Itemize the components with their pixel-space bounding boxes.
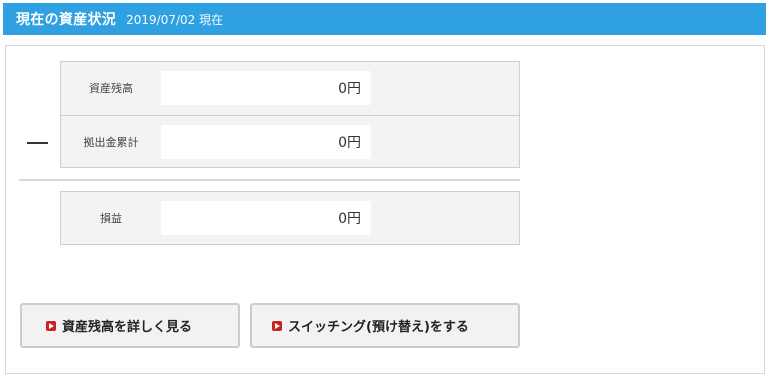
contribution-total-label: 拠出金累計 — [83, 135, 139, 149]
profit-loss-box: 損益 0円 — [60, 191, 520, 245]
profit-loss-row: 損益 0円 — [61, 192, 519, 244]
play-icon — [272, 320, 282, 331]
asset-balance-label: 資産残高 — [89, 82, 133, 95]
switching-button[interactable]: スイッチング(預け替え)をする — [250, 303, 520, 348]
page-title: 現在の資産状況 — [16, 12, 117, 28]
contribution-total-value: 0円 — [161, 125, 371, 159]
minus-icon — [27, 142, 48, 144]
asset-balance-row: 資産残高 0円 — [61, 62, 519, 114]
result-divider — [19, 179, 520, 181]
profit-loss-label: 損益 — [100, 212, 122, 225]
asset-summary-box: 資産残高 0円 拠出金累計 0円 — [60, 61, 520, 168]
as-of-date: 2019/07/02 現在 — [126, 12, 224, 27]
contribution-total-row: 拠出金累計 0円 — [61, 115, 519, 167]
view-asset-detail-label: 資産残高を詳しく見る — [62, 320, 193, 335]
asset-balance-value: 0円 — [161, 71, 371, 105]
view-asset-detail-button[interactable]: 資産残高を詳しく見る — [20, 303, 240, 348]
play-icon — [46, 320, 56, 331]
header-bar: 現在の資産状況 2019/07/02 現在 — [3, 3, 766, 35]
profit-loss-value: 0円 — [161, 201, 371, 235]
switching-label: スイッチング(預け替え)をする — [288, 320, 469, 335]
